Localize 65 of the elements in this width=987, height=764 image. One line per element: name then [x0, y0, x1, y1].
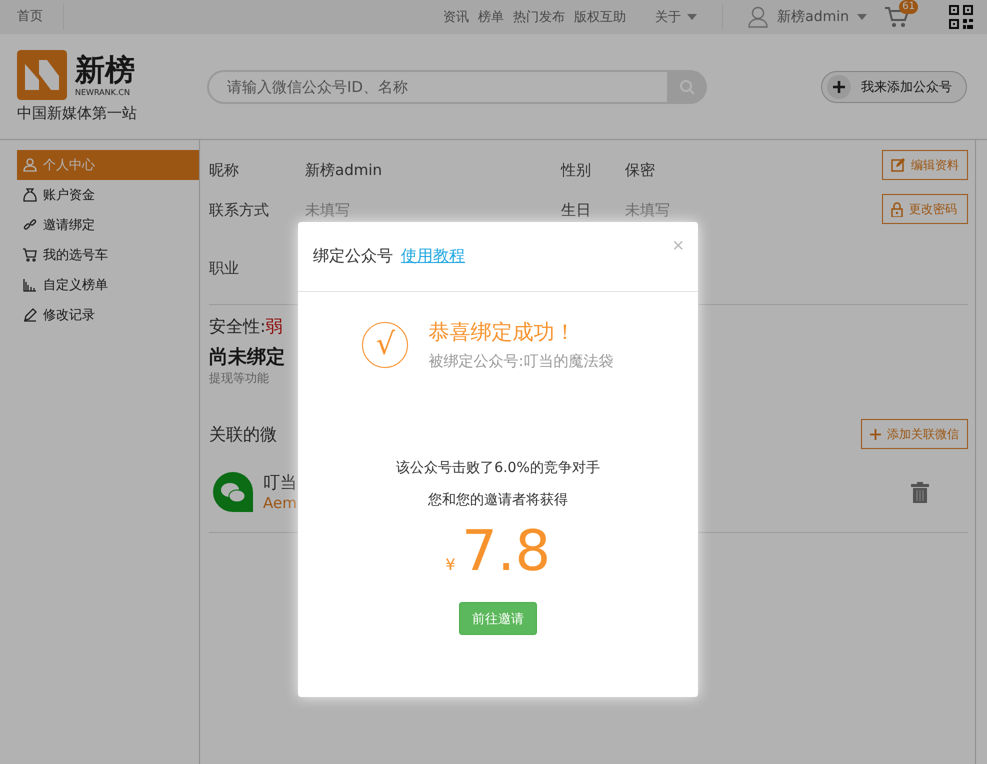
- sidebar-item[interactable]: 自定义榜单: [17, 270, 199, 300]
- search-field[interactable]: 请输入微信公众号ID、名称: [207, 70, 667, 104]
- caret-icon: [857, 14, 867, 20]
- person-icon: [23, 158, 37, 172]
- nav-link[interactable]: 资讯: [443, 8, 470, 26]
- currency-sign: ¥: [445, 555, 456, 574]
- account-name: 叮当: [263, 472, 297, 494]
- slogan: 中国新媒体第一站: [17, 104, 138, 123]
- field-value: 未填写: [625, 200, 671, 220]
- edit-profile-button[interactable]: 编辑资料: [882, 150, 968, 180]
- add-account-button[interactable]: 我来添加公众号: [821, 70, 967, 102]
- change-password-button[interactable]: 更改密码: [882, 194, 968, 224]
- field-value: 新榜admin: [305, 160, 383, 180]
- home-link[interactable]: 首页: [17, 4, 64, 30]
- cart-icon: [23, 248, 37, 262]
- bind-note: 提现等功能: [209, 370, 269, 387]
- section-title: 关联的微: [209, 424, 277, 446]
- bind-status-title: 尚未绑定: [209, 345, 285, 370]
- add-wechat-button[interactable]: 添加关联微信: [861, 419, 968, 449]
- pencil-icon: [23, 308, 37, 322]
- logo-icon: [17, 50, 67, 100]
- field-label: 职业: [209, 259, 240, 278]
- logo-name: 新榜: [75, 54, 135, 88]
- link-icon: [23, 218, 37, 232]
- bar-chart-icon: [23, 278, 37, 292]
- sidebar-item[interactable]: 我的选号车: [17, 240, 199, 270]
- about-menu[interactable]: 关于: [655, 8, 698, 26]
- security-level: 安全性:弱: [209, 316, 283, 338]
- cart-count-badge: 61: [899, 0, 918, 14]
- invite-button[interactable]: 前往邀请: [459, 602, 537, 635]
- edit-icon: [891, 158, 905, 172]
- field-value: 未填写: [305, 200, 351, 220]
- reward-amount: 7.8: [462, 519, 551, 584]
- lock-icon: [891, 202, 903, 216]
- nav-link[interactable]: 榜单: [478, 8, 504, 26]
- tutorial-link[interactable]: 使用教程: [401, 246, 465, 267]
- sidebar-item[interactable]: 修改记录: [17, 300, 199, 330]
- trash-icon[interactable]: [910, 480, 930, 502]
- user-menu[interactable]: 新榜admin: [777, 8, 867, 26]
- field-label: 昵称: [209, 160, 240, 180]
- caret-icon: [687, 14, 698, 20]
- user-icon: [748, 6, 768, 28]
- logo-domain: NEWRANK.CN: [75, 88, 131, 96]
- account-id: Aem: [263, 494, 297, 512]
- check-circle-icon: √: [362, 322, 408, 368]
- sidebar-item[interactable]: 邀请绑定: [17, 210, 199, 240]
- field-label: 性别: [561, 160, 592, 180]
- field-label: 联系方式: [209, 200, 270, 220]
- success-headline: 恭喜绑定成功！: [428, 319, 576, 346]
- nav-link[interactable]: 版权互助: [574, 8, 626, 26]
- plus-icon: [827, 74, 851, 98]
- reward-note: 您和您的邀请者将获得: [428, 491, 568, 509]
- sidebar-item[interactable]: 个人中心: [17, 150, 199, 180]
- dialog-title: 绑定公众号: [313, 246, 393, 267]
- field-label: 生日: [561, 200, 592, 220]
- money-bag-icon: [23, 188, 37, 202]
- ranking-text: 该公众号击败了6.0%的竞争对手: [396, 459, 600, 477]
- plus-icon: [870, 428, 881, 440]
- chat-bubbles-icon: [213, 472, 253, 512]
- qr-code-icon[interactable]: [949, 5, 973, 29]
- sidebar-item[interactable]: 账户资金: [17, 180, 199, 210]
- bound-account-text: 被绑定公众号:叮当的魔法袋: [428, 352, 614, 371]
- search-icon: [679, 78, 695, 94]
- nav-link[interactable]: 热门发布: [513, 8, 566, 26]
- field-value: 保密: [625, 160, 656, 180]
